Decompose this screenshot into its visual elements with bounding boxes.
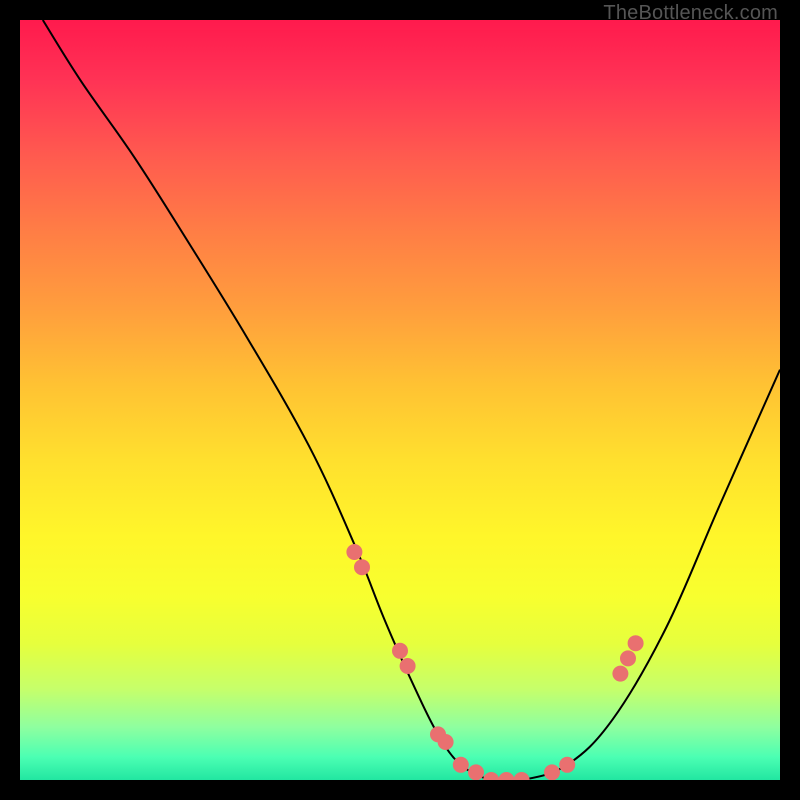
data-point (438, 734, 454, 750)
curve-svg (20, 20, 780, 780)
data-point (514, 772, 530, 780)
data-point (628, 635, 644, 651)
data-point (392, 643, 408, 659)
data-point (559, 757, 575, 773)
data-point (620, 650, 636, 666)
data-point (468, 764, 484, 780)
marker-group (346, 544, 643, 780)
data-point (612, 666, 628, 682)
data-point (483, 772, 499, 780)
chart-container: TheBottleneck.com (0, 0, 800, 800)
data-point (544, 764, 560, 780)
data-point (346, 544, 362, 560)
data-point (498, 772, 514, 780)
data-point (453, 757, 469, 773)
data-point (354, 559, 370, 575)
data-point (400, 658, 416, 674)
plot-area (20, 20, 780, 780)
